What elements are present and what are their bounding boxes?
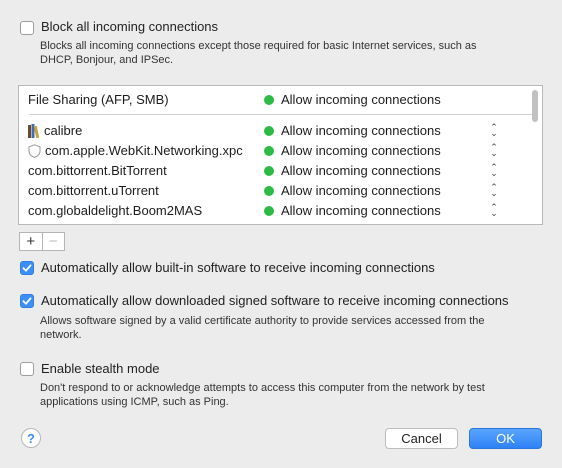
auto-signed-description-line1: Allows software signed by a valid certif… — [40, 315, 485, 327]
list-item-webkit[interactable]: com.apple.WebKit.Networking.xpc Allow in… — [19, 141, 529, 161]
row-name: com.apple.WebKit.Networking.xpc — [45, 143, 243, 158]
shield-icon — [28, 143, 41, 158]
row-status: Allow incoming connections — [281, 203, 441, 218]
add-app-button[interactable]: + — [20, 233, 43, 250]
list-item-bittorrent[interactable]: com.bittorrent.BitTorrent Allow incoming… — [19, 161, 529, 181]
row-status: Allow incoming connections — [281, 183, 441, 198]
row-name: com.bittorrent.uTorrent — [28, 183, 159, 198]
cancel-button[interactable]: Cancel — [385, 428, 458, 449]
auto-builtin-checkbox[interactable] — [20, 261, 34, 275]
block-all-description-line1: Blocks all incoming connections except t… — [40, 40, 477, 52]
list-item-calibre[interactable]: calibre Allow incoming connections ⌃ ⌄ — [19, 121, 529, 141]
stepper-arrows-icon[interactable]: ⌃ ⌄ — [489, 143, 499, 158]
status-dot-icon — [264, 95, 274, 105]
auto-signed-checkbox[interactable] — [20, 294, 34, 308]
stealth-description-line2: applications using ICMP, such as Ping. — [40, 396, 229, 408]
list-item-utorrent[interactable]: com.bittorrent.uTorrent Allow incoming c… — [19, 181, 529, 201]
row-status: Allow incoming connections — [281, 163, 441, 178]
add-remove-control: + − — [19, 232, 65, 251]
block-all-description: Blocks all incoming connections except t… — [40, 39, 477, 67]
stealth-label[interactable]: Enable stealth mode — [41, 361, 160, 376]
status-dot-icon — [264, 206, 274, 216]
row-name: com.globaldelight.Boom2MAS — [28, 203, 203, 218]
status-dot-icon — [264, 186, 274, 196]
row-status: Allow incoming connections — [281, 123, 441, 138]
auto-signed-description: Allows software signed by a valid certif… — [40, 314, 484, 342]
checkmark-icon — [22, 264, 32, 272]
auto-signed-label[interactable]: Automatically allow downloaded signed so… — [41, 293, 509, 308]
row-name: File Sharing (AFP, SMB) — [28, 92, 169, 107]
stepper-arrows-icon[interactable]: ⌃ ⌄ — [489, 163, 499, 178]
list-header-row[interactable]: File Sharing (AFP, SMB) Allow incoming c… — [19, 90, 529, 110]
checkmark-icon — [22, 297, 32, 305]
row-status: Allow incoming connections — [281, 143, 441, 158]
stepper-arrows-icon[interactable]: ⌃ ⌄ — [489, 183, 499, 198]
list-separator — [29, 114, 534, 115]
stealth-description: Don't respond to or acknowledge attempts… — [40, 381, 485, 409]
row-name: calibre — [44, 123, 83, 138]
block-all-checkbox[interactable] — [20, 21, 34, 35]
help-button[interactable]: ? — [21, 428, 41, 448]
list-scrollbar[interactable] — [532, 90, 538, 122]
row-name-wrap: calibre — [28, 123, 82, 138]
stepper-arrows-icon[interactable]: ⌃ ⌄ — [489, 123, 499, 138]
block-all-label[interactable]: Block all incoming connections — [41, 19, 218, 34]
row-status: Allow incoming connections — [281, 92, 441, 107]
stealth-checkbox[interactable] — [20, 362, 34, 376]
status-dot-icon — [264, 126, 274, 136]
block-all-description-line2: DHCP, Bonjour, and IPSec. — [40, 54, 174, 66]
books-icon — [28, 123, 40, 138]
row-name-wrap: com.apple.WebKit.Networking.xpc — [28, 143, 243, 158]
auto-signed-description-line2: network. — [40, 329, 82, 341]
list-item-boom2[interactable]: com.globaldelight.Boom2MAS Allow incomin… — [19, 201, 529, 221]
row-name: com.bittorrent.BitTorrent — [28, 163, 167, 178]
remove-app-button[interactable]: − — [43, 233, 65, 250]
status-dot-icon — [264, 146, 274, 156]
ok-button[interactable]: OK — [469, 428, 542, 449]
auto-builtin-label[interactable]: Automatically allow built-in software to… — [41, 260, 435, 275]
status-dot-icon — [264, 166, 274, 176]
stepper-arrows-icon[interactable]: ⌃ ⌄ — [489, 203, 499, 218]
application-list[interactable]: File Sharing (AFP, SMB) Allow incoming c… — [18, 85, 543, 225]
stealth-description-line1: Don't respond to or acknowledge attempts… — [40, 382, 485, 394]
